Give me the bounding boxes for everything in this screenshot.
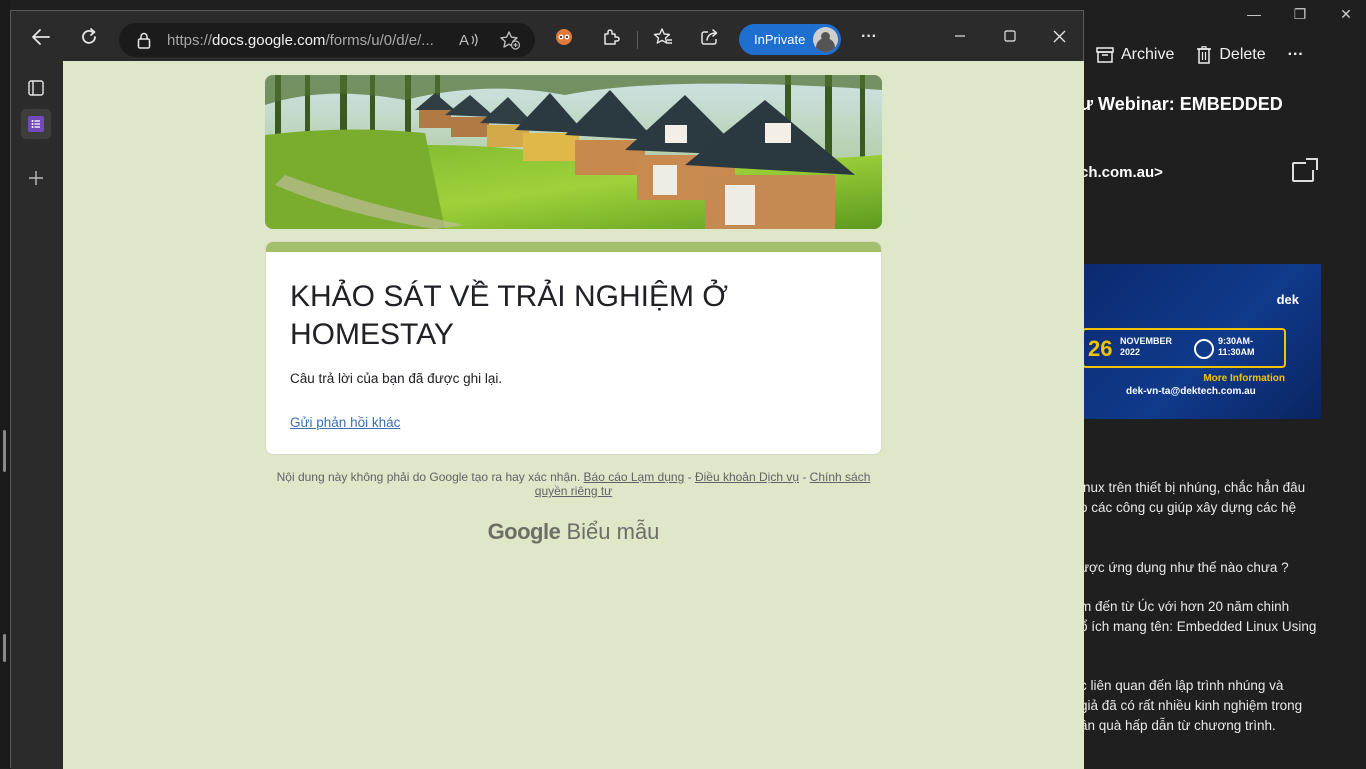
browser-window: https://docs.google.com/forms/u/0/d/e/..… [10, 10, 1084, 769]
confirmation-message: Câu trả lời của bạn đã được ghi lại. [290, 371, 503, 386]
card-accent-stripe [266, 242, 881, 252]
refresh-icon [82, 28, 96, 44]
avatar [813, 27, 838, 52]
logo-google: Google [487, 519, 561, 544]
extensions-icon[interactable] [601, 27, 621, 47]
inprivate-label: InPrivate [754, 32, 806, 47]
minimize-icon [955, 35, 965, 37]
form-header-image [265, 75, 882, 229]
email-body-line: m đến từ Úc với hơn 20 năm chinh [1080, 599, 1290, 614]
toolbar-separator [637, 31, 638, 49]
refresh-button[interactable] [76, 24, 102, 50]
settings-more-button[interactable]: ··· [859, 27, 879, 47]
report-abuse-link[interactable]: Báo cáo Lạm dụng [584, 470, 685, 484]
banner-date-box [1084, 328, 1286, 368]
url-host: docs.google.com [212, 31, 326, 49]
banner-logo: dek [1276, 292, 1299, 307]
email-body-line: ổ ích mang tên: Embedded Linux Using [1080, 619, 1317, 634]
minimize-button[interactable] [947, 25, 973, 47]
trash-icon [1197, 46, 1212, 64]
banner-more-info: More Information [1203, 373, 1285, 384]
plus-icon [29, 171, 43, 185]
scroll-handle[interactable] [3, 634, 6, 662]
more-options-button[interactable]: ··· [1288, 46, 1304, 64]
terms-of-service-link[interactable]: Điều khoản Dịch vụ [695, 470, 799, 484]
logo-forms: Biểu mẫu [566, 519, 660, 544]
inprivate-profile-button[interactable]: InPrivate [739, 24, 841, 55]
mail-app-window: — ❐ ✕ Archive Delete ··· ư Webinar: EMBE… [1080, 0, 1366, 768]
submit-another-response-link[interactable]: Gửi phản hồi khác [290, 415, 400, 430]
disclaimer-text: Nội dung này không phải do Google tạo ra… [276, 470, 581, 484]
banner-time-start: 9:30AM- [1218, 336, 1254, 346]
email-body-line: inux trên thiết bị nhúng, chắc hẳn đâu [1080, 480, 1306, 495]
email-body-line: c liên quan đến lập trình nhúng và [1080, 678, 1284, 693]
email-body-line: ược ứng dụng như thế nào chưa ? [1080, 560, 1289, 575]
confirmation-card: KHẢO SÁT VỀ TRẢI NGHIỆM Ở HOMESTAY Câu t… [265, 241, 882, 455]
banner-day: 26 [1088, 336, 1113, 361]
archive-icon [1096, 47, 1114, 63]
close-icon[interactable]: ✕ [1336, 6, 1356, 23]
banner-month: NOVEMBER 2022 [1120, 336, 1172, 358]
mail-toolbar: Archive Delete ··· [1096, 46, 1304, 64]
tab-actions-button[interactable] [21, 73, 51, 103]
footer-disclaimer: Nội dung này không phải do Google tạo ra… [265, 470, 882, 498]
browser-toolbar: https://docs.google.com/forms/u/0/d/e/..… [11, 11, 1083, 61]
add-favorite-icon[interactable] [499, 30, 521, 50]
read-aloud-icon[interactable]: A [459, 30, 481, 50]
scroll-handle[interactable] [3, 430, 6, 472]
address-bar-icons: A [459, 30, 521, 50]
new-tab-button[interactable] [21, 163, 51, 193]
banner-year: 2022 [1120, 347, 1141, 357]
banner-time-end: 11:30AM [1218, 347, 1255, 357]
archive-button[interactable]: Archive [1096, 46, 1174, 64]
url-prefix: https:// [167, 31, 213, 49]
email-body-line: ần quà hấp dẫn từ chương trình. [1080, 718, 1276, 733]
mail-window-controls: — ❐ ✕ [1244, 6, 1356, 23]
ad-blocker-extension-icon[interactable] [554, 27, 574, 47]
email-sender: ch.com.au> [1080, 164, 1163, 181]
favorites-icon[interactable] [653, 27, 673, 47]
svg-text:A: A [459, 32, 469, 49]
minimize-icon[interactable]: — [1244, 6, 1264, 23]
share-icon[interactable] [700, 27, 720, 47]
address-bar[interactable]: https://docs.google.com/forms/u/0/d/e/..… [119, 23, 535, 57]
banner-time: 9:30AM- 11:30AM [1218, 336, 1255, 358]
webinar-banner-image: dek 26 NOVEMBER 2022 9:30AM- 11:30AM Mor… [1084, 264, 1321, 419]
back-button[interactable] [28, 24, 54, 50]
email-subject: ư Webinar: EMBEDDED [1080, 94, 1283, 114]
email-body-line: o các công cụ giúp xây dựng các hệ [1080, 500, 1297, 515]
maximize-icon [1004, 30, 1016, 42]
delete-label: Delete [1219, 46, 1266, 63]
close-button[interactable] [1046, 25, 1072, 47]
restore-icon[interactable]: ❐ [1290, 6, 1310, 23]
desktop-left-strip [0, 0, 10, 768]
archive-label: Archive [1121, 46, 1175, 63]
lock-icon [137, 32, 151, 49]
url-text[interactable]: https://docs.google.com/forms/u/0/d/e/..… [167, 32, 434, 49]
clock-icon [1194, 339, 1214, 359]
tabs-icon [28, 80, 44, 96]
form-title: KHẢO SÁT VỀ TRẢI NGHIỆM Ở HOMESTAY [290, 280, 729, 351]
page-content: KHẢO SÁT VỀ TRẢI NGHIỆM Ở HOMESTAY Câu t… [63, 61, 1084, 769]
close-icon [1053, 30, 1065, 42]
popout-icon[interactable] [1292, 158, 1318, 182]
vertical-tabs-sidebar [11, 61, 63, 769]
tab-google-forms[interactable] [21, 109, 51, 139]
footer-separator: - [684, 470, 695, 484]
google-forms-logo[interactable]: Google Biểu mẫu [265, 519, 882, 545]
google-forms-icon [28, 116, 44, 132]
back-arrow-icon [32, 29, 50, 45]
banner-month-name: NOVEMBER [1120, 336, 1173, 346]
footer-separator: - [799, 470, 810, 484]
maximize-button[interactable] [997, 25, 1023, 47]
banner-email: dek-vn-ta@dektech.com.au [1126, 386, 1256, 397]
url-path: /forms/u/0/d/e/... [325, 31, 434, 49]
email-body-line: giả đã có rất nhiều kinh nghiệm trong [1080, 698, 1303, 713]
delete-button[interactable]: Delete [1196, 46, 1266, 64]
